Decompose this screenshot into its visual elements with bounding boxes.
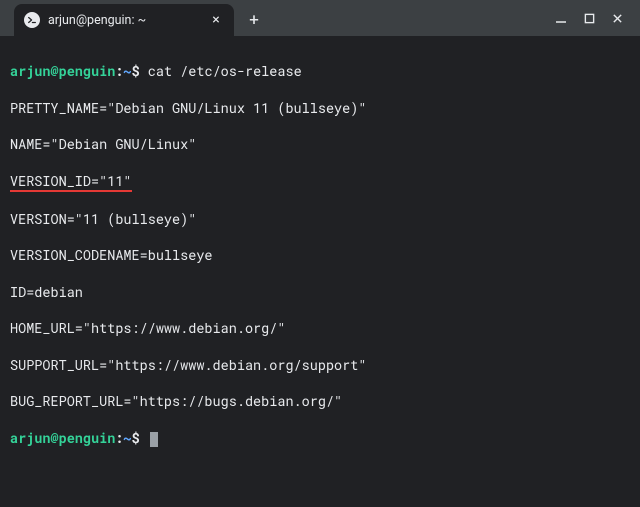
highlighted-text: VERSION_ID="11" — [10, 172, 132, 192]
output-line: HOME_URL="https://www.debian.org/" — [10, 319, 630, 337]
terminal-icon — [24, 12, 40, 28]
prompt-symbol: $ — [132, 429, 140, 447]
output-line-highlighted: VERSION_ID="11" — [10, 172, 630, 192]
prompt-line-2: arjun@penguin:~$ — [10, 429, 630, 447]
output-line: VERSION="11 (bullseye)" — [10, 210, 630, 228]
output-line: BUG_REPORT_URL="https://bugs.debian.org/… — [10, 392, 630, 410]
new-tab-button[interactable]: + — [240, 4, 268, 32]
output-line: VERSION_CODENAME=bullseye — [10, 246, 630, 264]
prompt-path: ~ — [123, 429, 131, 447]
prompt-path: ~ — [123, 62, 131, 80]
tab-close-button[interactable]: × — [208, 12, 224, 28]
output-line: ID=debian — [10, 283, 630, 301]
prompt-symbol: $ — [132, 62, 140, 80]
terminal-output[interactable]: arjun@penguin:~$ cat /etc/os-release PRE… — [0, 36, 640, 473]
maximize-button[interactable] — [582, 11, 596, 25]
prompt-line-1: arjun@penguin:~$ cat /etc/os-release — [10, 62, 630, 80]
cursor-block — [150, 432, 158, 447]
titlebar: arjun@penguin: ~ × + — [0, 0, 640, 36]
window-controls — [554, 11, 630, 25]
prompt-user-host: arjun@penguin — [10, 429, 115, 447]
output-line: NAME="Debian GNU/Linux" — [10, 135, 630, 153]
output-line: SUPPORT_URL="https://www.debian.org/supp… — [10, 356, 630, 374]
minimize-button[interactable] — [554, 11, 568, 25]
tab-title: arjun@penguin: ~ — [48, 13, 200, 28]
command-text: cat /etc/os-release — [148, 62, 302, 80]
prompt-user-host: arjun@penguin — [10, 62, 115, 80]
tab-active[interactable]: arjun@penguin: ~ × — [14, 4, 234, 36]
output-line: PRETTY_NAME="Debian GNU/Linux 11 (bullse… — [10, 99, 630, 117]
close-window-button[interactable] — [610, 11, 624, 25]
